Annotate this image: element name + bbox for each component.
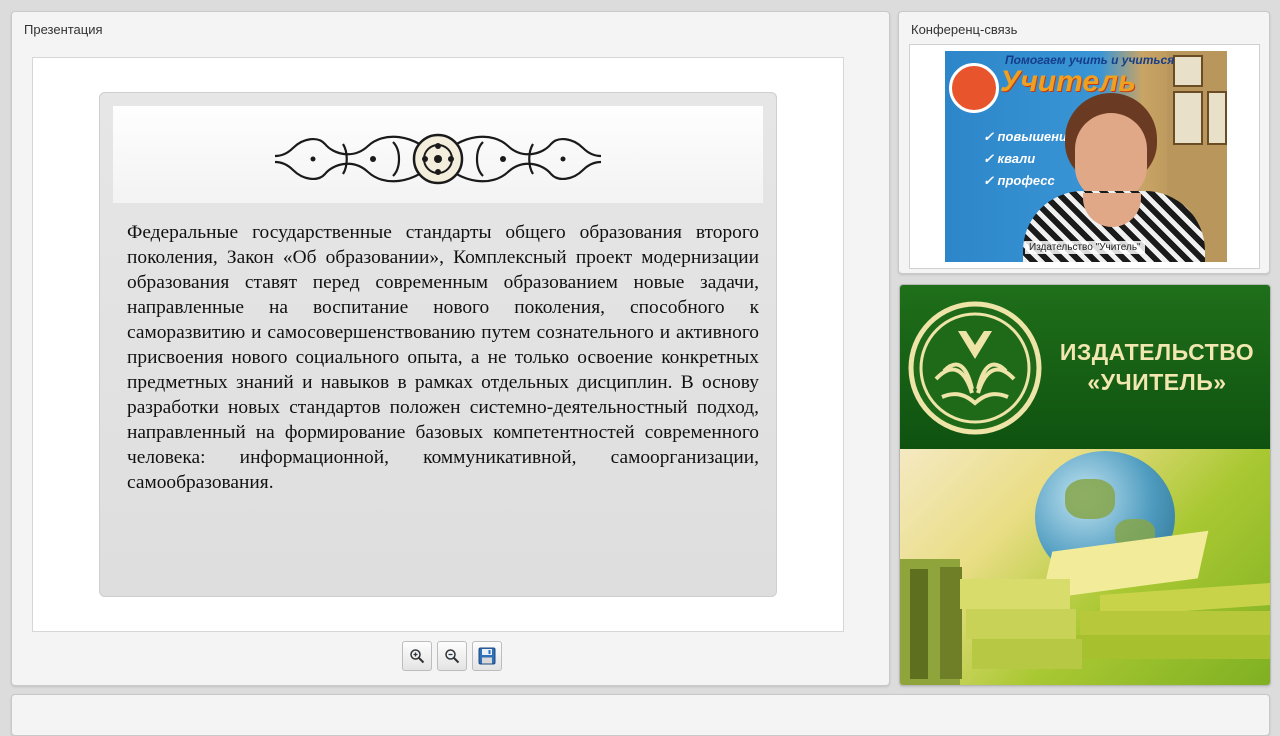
conference-panel-title: Конференц-связь: [911, 22, 1018, 37]
banner-line: ✓ професс: [983, 173, 1055, 188]
save-button[interactable]: [472, 641, 502, 671]
video-frame: Помогаем учить и учиться Учитель ✓ повыш…: [909, 44, 1260, 269]
zoom-in-button[interactable]: [402, 641, 432, 671]
ornament-icon: [274, 133, 602, 185]
publisher-name-line1: ИЗДАТЕЛЬСТВО: [1059, 339, 1255, 365]
slide-canvas: Федеральные государственные стандарты об…: [32, 57, 844, 632]
bottom-panel: [11, 694, 1270, 736]
presentation-panel-title: Презентация: [24, 22, 103, 37]
zoom-out-button[interactable]: [437, 641, 467, 671]
video-caption: Издательство "Учитель": [1025, 241, 1145, 254]
slide-content-card: Федеральные государственные стандарты об…: [99, 92, 777, 597]
webcam-video[interactable]: Помогаем учить и учиться Учитель ✓ повыш…: [945, 51, 1227, 262]
publisher-name: ИЗДАТЕЛЬСТВО «УЧИТЕЛЬ»: [1048, 337, 1266, 397]
publisher-banner: ИЗДАТЕЛЬСТВО «УЧИТЕЛЬ»: [899, 284, 1271, 686]
zoom-out-icon: [445, 649, 460, 664]
slide-header: [113, 106, 763, 203]
publisher-banner-image: [900, 449, 1270, 685]
banner-line: ✓ повышени: [983, 129, 1067, 144]
publisher-banner-header: ИЗДАТЕЛЬСТВО «УЧИТЕЛЬ»: [900, 285, 1270, 449]
slide-body-text: Федеральные государственные стандарты об…: [127, 222, 759, 493]
conference-panel: Конференц-связь Помогаем учить и учиться…: [898, 11, 1270, 274]
publisher-logo-icon: [908, 301, 1042, 435]
presentation-panel: Презентация Федеральные государственные …: [11, 11, 890, 686]
save-icon: [478, 647, 496, 665]
banner-line: ✓ квали: [983, 151, 1036, 166]
publisher-name-line2: «УЧИТЕЛЬ»: [1087, 369, 1227, 395]
presentation-toolbar: [402, 641, 502, 671]
zoom-in-icon: [410, 649, 425, 664]
